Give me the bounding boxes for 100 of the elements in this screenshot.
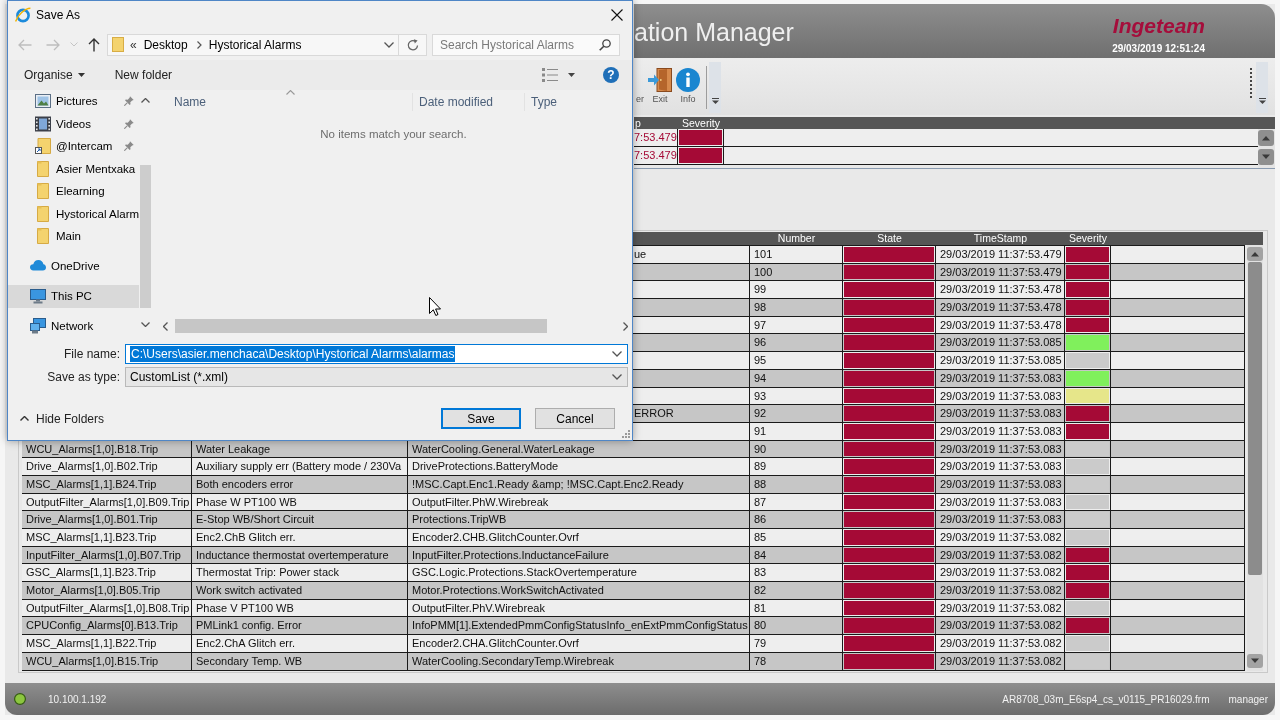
table-cell-text: ERROR bbox=[634, 406, 674, 422]
table-cell: 29/03/2019 11:37:53.479 bbox=[936, 246, 1065, 263]
table-cell-text: WaterCooling.SecondaryTemp.Wirebreak bbox=[412, 653, 614, 669]
table-cell: Enc2.ChA Glitch err. bbox=[192, 635, 408, 652]
chevron-down-icon[interactable] bbox=[612, 351, 622, 357]
table-cell: Secondary Temp. WB bbox=[192, 652, 408, 670]
chevron-right-icon[interactable] bbox=[196, 40, 202, 49]
scroll-up-icon[interactable] bbox=[1258, 130, 1274, 146]
column-header[interactable]: Type bbox=[524, 93, 632, 111]
folder-icon bbox=[35, 205, 51, 222]
nav-item[interactable]: Elearning bbox=[8, 180, 139, 203]
table-cell: PMLink1 config. Error bbox=[192, 617, 408, 635]
folder-icon bbox=[35, 228, 51, 245]
nav-item[interactable]: Pictures bbox=[8, 90, 124, 113]
app-title: ation Manager bbox=[634, 17, 794, 47]
caret-left-icon[interactable] bbox=[163, 321, 168, 331]
up-arrow-icon[interactable] bbox=[88, 37, 100, 52]
scrollbar-thumb[interactable] bbox=[175, 319, 547, 333]
table-cell: 29/03/2019 11:37:53.082 bbox=[936, 546, 1065, 564]
command-button[interactable]: Organise bbox=[24, 68, 85, 82]
dialog-button[interactable]: Save bbox=[441, 408, 521, 429]
field-label: File name: bbox=[62, 347, 120, 361]
table-cell-text: GSC.Logic.Protections.StackOvertemperature bbox=[412, 565, 637, 581]
nav-item[interactable]: OneDrive bbox=[8, 255, 139, 278]
toolbar-overflow-button[interactable] bbox=[1256, 62, 1268, 113]
toolbar-button[interactable]: Info bbox=[674, 68, 702, 104]
nav-item[interactable]: Asier Mentxaka bbox=[8, 157, 139, 180]
table-cell: 29/03/2019 11:37:53.085 bbox=[936, 334, 1065, 352]
toolbar-button[interactable]: er bbox=[634, 94, 646, 104]
toolbar-button[interactable]: Exit bbox=[646, 68, 674, 104]
table-cell-text: OutputFilter.PhV.Wirebreak bbox=[412, 600, 545, 616]
table-cell: 87 bbox=[750, 493, 843, 511]
caret-down-icon[interactable] bbox=[568, 73, 575, 77]
table-cell: Phase W PT100 WB bbox=[192, 493, 408, 511]
table-cell: 92 bbox=[750, 405, 843, 422]
nav-item[interactable]: Network bbox=[8, 315, 139, 336]
table-cell-text: InfoPMM[1].ExtendedPmmConfigStatusInfo_enExtPmmConfigStatus bbox=[412, 618, 748, 634]
table-cell-text: InputFilter.Protections.InductanceFailure bbox=[412, 547, 609, 563]
logo-icon bbox=[15, 7, 31, 23]
refresh-icon[interactable] bbox=[406, 38, 419, 51]
chevron-down-icon[interactable] bbox=[384, 41, 394, 48]
table-cell: 88 bbox=[750, 475, 843, 493]
empty-message: No items match your search. bbox=[320, 128, 467, 140]
column-header: TimeStamp bbox=[973, 232, 1028, 244]
column-header[interactable]: Name bbox=[155, 93, 412, 111]
table-cell: Auxiliary supply err (Battery mode / 230Va bbox=[192, 458, 408, 475]
caret-right-icon[interactable] bbox=[623, 321, 628, 331]
caret-up-icon[interactable] bbox=[141, 98, 150, 103]
table-cell-text: OutputFilter.PhW.Wirebreak bbox=[412, 494, 549, 510]
caret-down-icon[interactable] bbox=[141, 322, 150, 327]
hide-folders-button[interactable]: Hide Folders bbox=[20, 411, 105, 426]
file-name-field[interactable]: C:\Users\asier.menchaca\Desktop\Hystorical Alarms\alarmas bbox=[125, 344, 628, 364]
table-cell: 80 bbox=[750, 617, 843, 635]
table-cell: Drive_Alarms[1,0].B01.Trip bbox=[22, 511, 192, 528]
table-cell: Drive_Alarms[1,0].B02.Trip bbox=[22, 458, 192, 475]
scrollbar-thumb[interactable] bbox=[1248, 262, 1262, 575]
table-cell: 78 bbox=[750, 652, 843, 670]
cursor-icon bbox=[429, 297, 441, 316]
details-view-icon[interactable] bbox=[542, 68, 558, 82]
search-field[interactable]: Search Hystorical Alarms bbox=[432, 33, 620, 56]
table-cell: E-Stop WB/Short Circuit bbox=[192, 511, 408, 528]
table-cell: InputFilter_Alarms[1,0].B07.Trip bbox=[22, 546, 192, 564]
command-button[interactable]: New folder bbox=[114, 68, 173, 82]
table-cell: 81 bbox=[750, 599, 843, 617]
table-cell: 84 bbox=[750, 546, 843, 564]
address-bar[interactable]: « Desktop Hystorical Alarms bbox=[107, 33, 427, 56]
breadcrumb-item[interactable]: Hystorical Alarms bbox=[208, 37, 302, 52]
nav-item[interactable]: @Intercam bbox=[8, 135, 124, 158]
caret-up-icon bbox=[20, 416, 29, 421]
toolbar-overflow-button[interactable] bbox=[709, 62, 721, 113]
scroll-up-icon[interactable] bbox=[1247, 247, 1263, 261]
breadcrumb-item[interactable]: Desktop bbox=[143, 37, 188, 52]
table-cell: 29/03/2019 11:37:53.478 bbox=[936, 281, 1065, 299]
table-cell: OutputFilter_Alarms[1,0].B08.Trip bbox=[22, 599, 192, 617]
pin-icon[interactable] bbox=[124, 118, 134, 129]
column-header: Number bbox=[777, 232, 816, 244]
file-type-dropdown[interactable]: CustomList (*.xml) bbox=[125, 367, 628, 387]
ip-address: 10.100.1.192 bbox=[48, 693, 107, 705]
table-cell: Both encoders error bbox=[192, 475, 408, 493]
breadcrumb-overflow-button[interactable]: « bbox=[130, 37, 137, 52]
nav-item[interactable]: Hystorical Alarm bbox=[8, 202, 139, 225]
column-header[interactable]: Date modified bbox=[412, 93, 524, 111]
vertical-scrollbar[interactable] bbox=[1258, 129, 1275, 168]
table-cell: Inductance thermostat overtemperature bbox=[192, 546, 408, 564]
vertical-scrollbar[interactable] bbox=[1247, 245, 1263, 671]
resize-grip-icon[interactable] bbox=[621, 429, 630, 438]
table-cell: Motor_Alarms[1,0].B05.Trip bbox=[22, 582, 192, 599]
dialog-button[interactable]: Cancel bbox=[535, 408, 615, 429]
help-button[interactable]: ? bbox=[603, 67, 619, 83]
table-cell: OutputFilter_Alarms[1,0].B09.Trip bbox=[22, 493, 192, 511]
nav-item[interactable]: Main bbox=[8, 225, 139, 248]
scroll-down-icon[interactable] bbox=[1247, 653, 1263, 668]
scrollbar-thumb[interactable] bbox=[140, 165, 151, 308]
nav-item[interactable]: Videos bbox=[8, 112, 124, 135]
table-cell-text: Encoder2.CHB.GlitchCounter.Ovrf bbox=[412, 530, 579, 545]
scroll-down-icon[interactable] bbox=[1258, 149, 1274, 165]
nav-item[interactable]: This PC bbox=[8, 285, 139, 308]
pin-icon[interactable] bbox=[124, 96, 134, 107]
table-cell: 7:53.479 bbox=[634, 129, 678, 146]
pin-icon[interactable] bbox=[124, 141, 134, 152]
